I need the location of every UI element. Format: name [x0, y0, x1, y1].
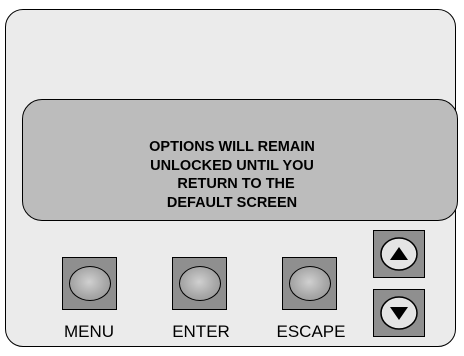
display-message: OPTIONS WILL REMAIN UNLOCKED UNTIL YOU R… — [0, 138, 464, 212]
display-line-4: DEFAULT SCREEN — [166, 194, 298, 211]
down-button[interactable] — [373, 289, 425, 337]
escape-button[interactable] — [282, 257, 337, 310]
escape-label: ESCAPE — [276, 322, 346, 341]
enter-button[interactable] — [172, 257, 227, 310]
display-line-3: RETURN TO THE — [169, 176, 295, 192]
menu-button-lens — [68, 266, 111, 301]
up-button[interactable] — [373, 230, 425, 278]
arrow-up-icon — [380, 237, 418, 271]
enter-label: ENTER — [172, 322, 230, 341]
menu-label: MENU — [63, 322, 115, 341]
escape-button-lens — [288, 266, 331, 301]
enter-button-lens — [178, 266, 221, 301]
arrow-down-icon — [380, 296, 418, 330]
display-line-2: UNLOCKED UNTIL YOU — [150, 157, 314, 174]
display-line-1: OPTIONS WILL REMAIN — [149, 139, 315, 155]
menu-button[interactable] — [62, 257, 117, 310]
